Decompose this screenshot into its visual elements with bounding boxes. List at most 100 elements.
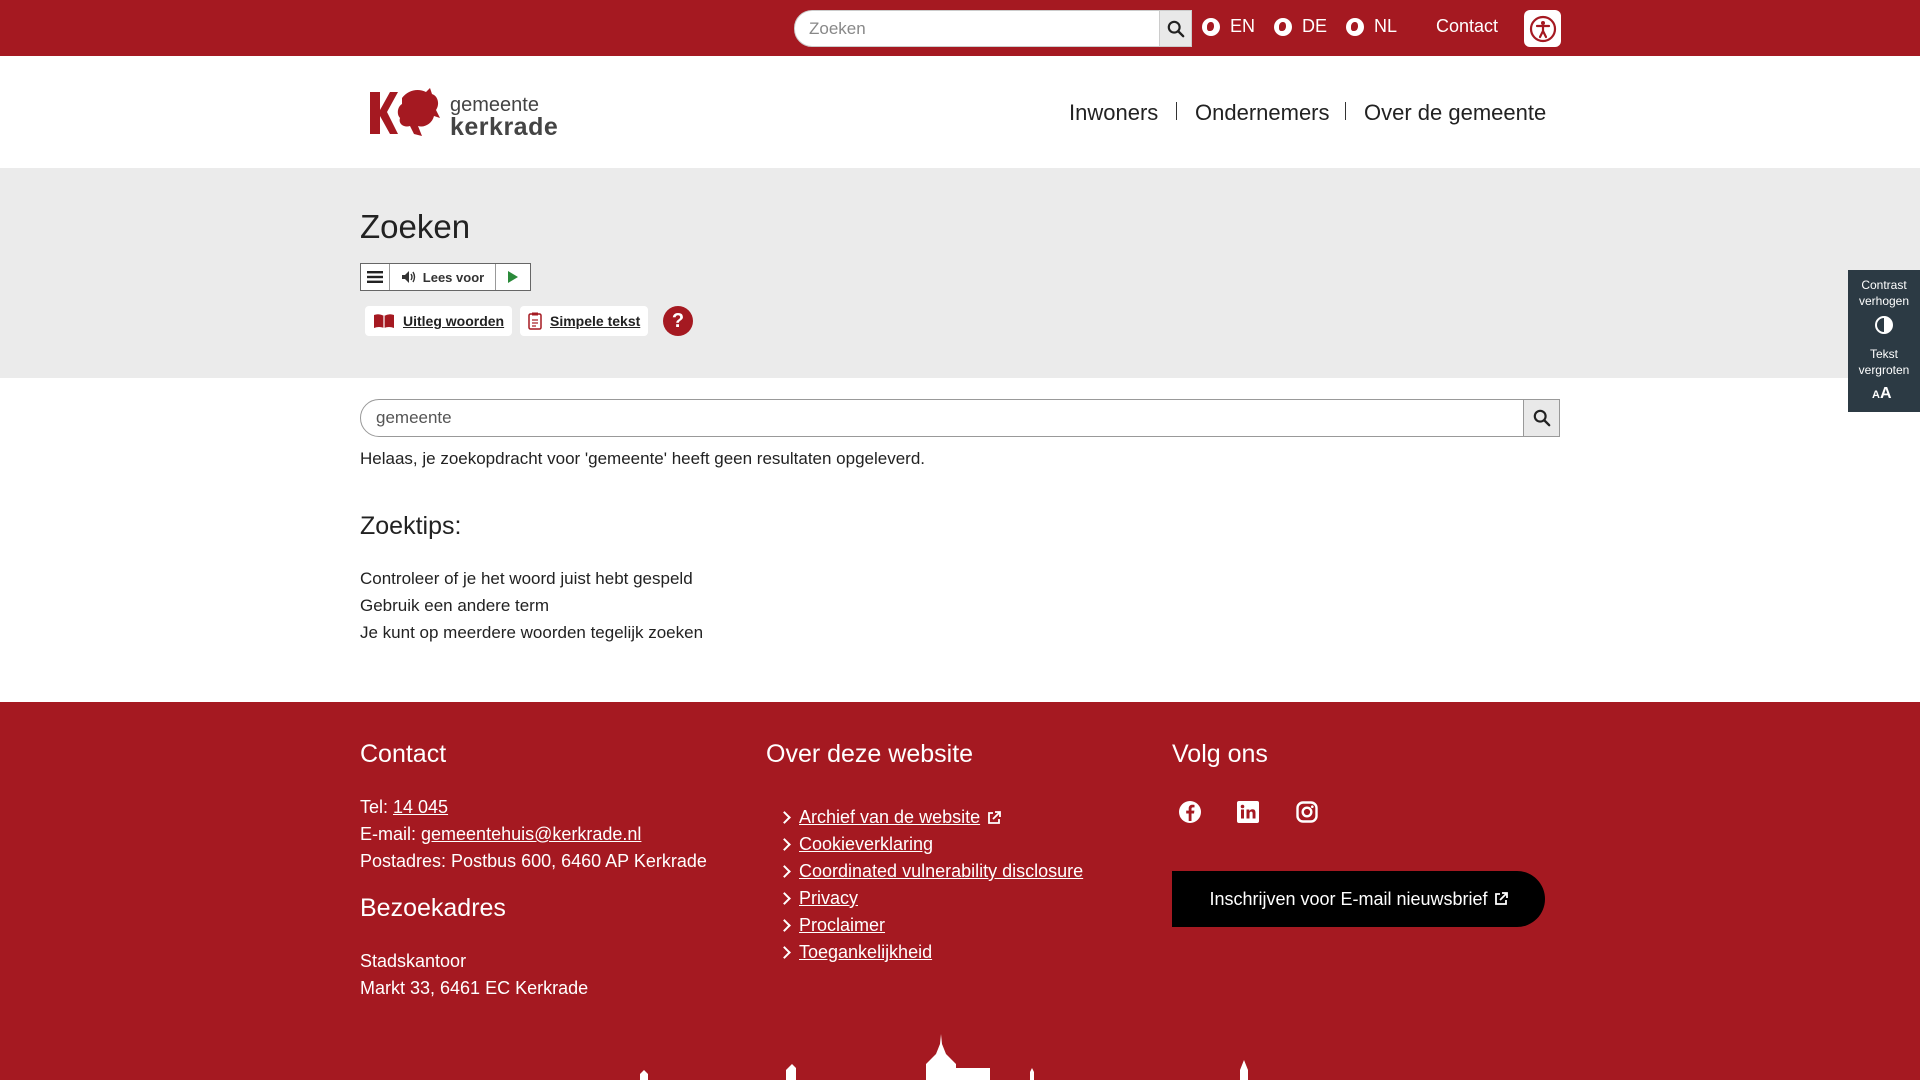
site-footer: Contact Tel: 14 045 E-mail: gemeentehuis… (0, 702, 1920, 1080)
play-icon (508, 271, 518, 283)
main-search-button[interactable] (1523, 399, 1560, 437)
menu-icon (367, 271, 383, 283)
nav-ondernemers[interactable]: Ondernemers (1195, 100, 1330, 126)
footer-link-item: Archief van de website (778, 804, 1083, 831)
search-tips-list: Controleer of je het woord juist hebt ge… (360, 565, 703, 646)
text-size-button[interactable]: Tekst vergroten AA (1848, 335, 1920, 400)
footer-link-accessibility[interactable]: Toegankelijkheid (799, 939, 932, 966)
language-en[interactable]: EN (1202, 16, 1255, 37)
svg-text:A: A (1880, 385, 1892, 400)
footer-link-item: Cookieverklaring (778, 831, 1083, 858)
language-label: DE (1302, 16, 1328, 36)
nav-separator (1176, 102, 1177, 120)
chevron-right-icon (778, 946, 791, 959)
footer-link-item: Coordinated vulnerability disclosure (778, 858, 1083, 885)
instagram-icon[interactable] (1294, 799, 1320, 825)
top-search-input[interactable] (795, 11, 1191, 46)
accessibility-icon (1529, 15, 1556, 42)
top-search-button[interactable] (1159, 10, 1192, 47)
speaker-icon (401, 271, 415, 283)
logo-line2: kerkrade (450, 113, 559, 141)
footer-tel-line: Tel: 14 045 (360, 794, 707, 821)
tel-label: Tel: (360, 797, 394, 817)
tel-link[interactable]: 14 045 (393, 797, 448, 817)
language-label: NL (1374, 16, 1398, 36)
language-nl[interactable]: NL (1346, 16, 1397, 37)
email-link[interactable]: gemeentehuis@kerkrade.nl (421, 824, 641, 844)
language-de[interactable]: DE (1274, 16, 1327, 37)
footer-visit-title: Bezoekadres (360, 894, 506, 922)
footer-link-archive[interactable]: Archief van de website (799, 804, 980, 831)
top-bar: EN DE NL Contact (0, 0, 1920, 56)
footer-link-privacy[interactable]: Privacy (799, 885, 858, 912)
nav-over-de-gemeente[interactable]: Over de gemeente (1364, 100, 1546, 126)
email-label: E-mail: (360, 824, 422, 844)
page-header-band (0, 168, 1920, 378)
main-search-field[interactable] (360, 399, 1560, 437)
footer-link-vulnerability[interactable]: Coordinated vulnerability disclosure (799, 858, 1083, 885)
kerkrade-lion-logo-icon (370, 88, 440, 136)
accessibility-button[interactable] (1524, 10, 1561, 47)
document-icon (528, 312, 542, 330)
readspeaker-play-button[interactable] (496, 264, 530, 290)
search-tip: Gebruik een andere term (360, 596, 549, 615)
footer-postal: Postadres: Postbus 600, 6460 AP Kerkrade (360, 851, 707, 871)
chevron-right-icon (778, 892, 791, 905)
page-title: Zoeken (360, 208, 471, 245)
search-tips-title: Zoektips: (360, 512, 462, 540)
search-tip: Controleer of je het woord juist hebt ge… (360, 569, 693, 588)
chevron-right-icon (778, 811, 791, 824)
footer-link-cookies[interactable]: Cookieverklaring (799, 831, 933, 858)
footer-links: Archief van de website Cookieverklaring … (778, 804, 1083, 966)
main-search-input[interactable] (361, 400, 1521, 436)
footer-link-proclaimer[interactable]: Proclaimer (799, 912, 885, 939)
top-contact-link[interactable]: Contact (1436, 16, 1498, 37)
footer-visit-details: Stadskantoor Markt 33, 6461 EC Kerkrade (360, 948, 588, 1002)
footer-link-item: Proclaimer (778, 912, 1083, 939)
visit-line2: Markt 33, 6461 EC Kerkrade (360, 978, 589, 998)
help-button[interactable]: ? (663, 306, 693, 336)
top-search-field[interactable] (794, 10, 1192, 47)
newsletter-signup-button[interactable]: Inschrijven voor E-mail nieuwsbrief (1172, 871, 1545, 927)
linkedin-icon[interactable] (1235, 799, 1261, 825)
visit-line1: Stadskantoor (360, 951, 467, 971)
search-icon (1533, 409, 1550, 427)
logo[interactable]: gemeente kerkrade (368, 84, 558, 140)
text-size-icon: AA (1872, 385, 1892, 400)
readspeaker-listen-button[interactable]: Lees voor (390, 264, 496, 290)
footer-link-item: Toegankelijkheid (778, 939, 1083, 966)
newsletter-label: Inschrijven voor E-mail nieuwsbrief (1209, 888, 1488, 909)
text-size-label: Tekst vergroten (1858, 347, 1910, 377)
simple-text-button[interactable]: Simpele tekst (520, 306, 649, 336)
glossary-button[interactable]: Uitleg woorden (365, 306, 513, 336)
logo-text: gemeente kerkrade (450, 95, 558, 140)
no-results-message: Helaas, je zoekopdracht voor 'gemeente' … (360, 449, 926, 468)
accessibility-side-panel: Contrast verhogen Tekst vergroten AA (1848, 270, 1920, 412)
footer-contact-details: Tel: 14 045 E-mail: gemeentehuis@kerkrad… (360, 794, 707, 875)
contrast-button[interactable]: Contrast verhogen (1848, 270, 1920, 335)
search-icon (1167, 20, 1184, 37)
logo-line1: gemeente (450, 94, 539, 116)
chevron-right-icon (778, 919, 791, 932)
search-tip: Je kunt op meerdere woorden tegelijk zoe… (360, 623, 704, 642)
nav-separator (1345, 102, 1346, 120)
globe-icon (1346, 17, 1364, 36)
simple-text-label: Simpele tekst (550, 313, 641, 329)
glossary-label: Uitleg woorden (403, 313, 505, 329)
language-label: EN (1230, 16, 1256, 36)
footer-site-title: Over deze website (766, 740, 974, 768)
chevron-right-icon (778, 865, 791, 878)
globe-icon (1202, 17, 1220, 36)
globe-icon (1274, 17, 1292, 36)
footer-email-line: E-mail: gemeentehuis@kerkrade.nl (360, 821, 707, 848)
readspeaker-player: Lees voor (360, 263, 531, 291)
contrast-label: Contrast verhogen (1858, 278, 1910, 308)
external-link-icon (1494, 892, 1508, 905)
book-icon (374, 314, 394, 328)
facebook-icon[interactable] (1177, 799, 1203, 825)
footer-contact-title: Contact (360, 740, 447, 768)
site-header: gemeente kerkrade Inwoners Ondernemers O… (0, 56, 1920, 168)
readspeaker-menu-button[interactable] (361, 264, 390, 290)
nav-inwoners[interactable]: Inwoners (1069, 100, 1158, 126)
contrast-icon (1875, 316, 1893, 335)
